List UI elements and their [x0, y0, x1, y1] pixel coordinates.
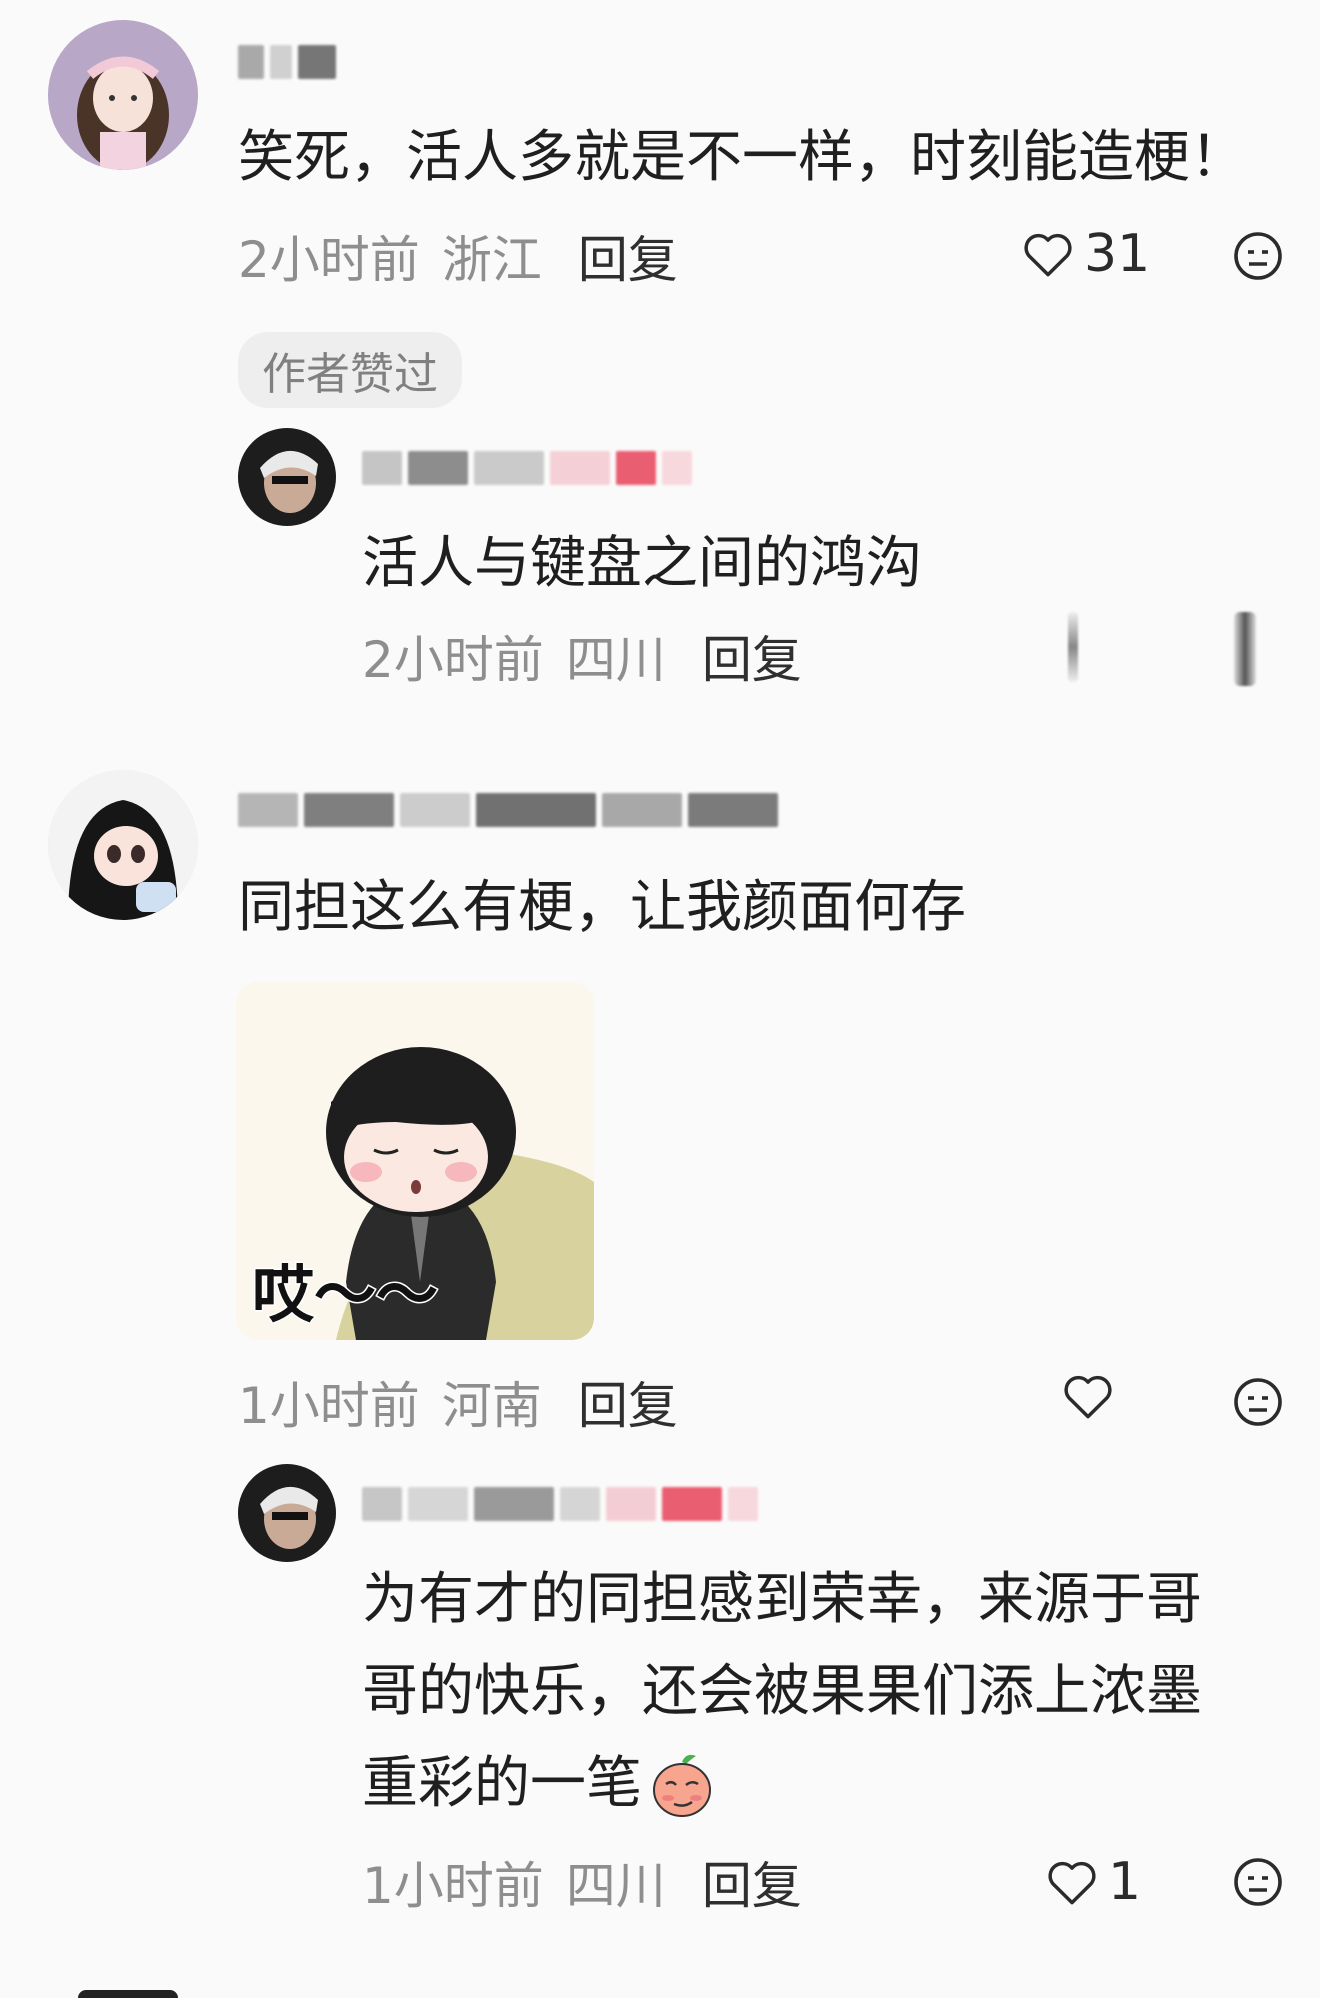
reply-username-blurred[interactable]: [362, 448, 692, 488]
avatar[interactable]: [48, 770, 198, 920]
like-count: 31: [1084, 224, 1151, 284]
like-button[interactable]: 1: [1046, 1852, 1141, 1912]
username-blurred[interactable]: [238, 790, 778, 830]
sticker-caption: 哎～～: [250, 1257, 439, 1333]
heart-outline-icon: [1064, 1375, 1112, 1419]
reply-time: 1小时前: [362, 1857, 544, 1915]
avatar[interactable]: [48, 20, 198, 170]
reply-text: 活人与键盘之间的鸿沟: [362, 531, 922, 596]
dislike-button[interactable]: [1232, 1376, 1284, 1432]
reply-username-blurred[interactable]: [362, 1484, 758, 1524]
sticker-image[interactable]: 哎～～: [236, 982, 594, 1340]
dislike-button[interactable]: [1232, 1856, 1284, 1912]
neutral-face-icon: [1234, 1858, 1282, 1906]
reply-text-line-3-text: 重彩的一笔: [362, 1751, 642, 1816]
reply-text-line-2: 哥的快乐，还会被果果们添上浓墨: [362, 1659, 1202, 1724]
reply-meta: 2小时前 四川 回复: [362, 620, 802, 692]
reply-button[interactable]: 回复: [702, 620, 802, 692]
comment-meta: 2小时前 浙江 回复: [238, 220, 678, 292]
next-avatar-partial[interactable]: [78, 1990, 178, 1998]
peach-smirk-emoji: [653, 1754, 711, 1817]
reply-location: 四川: [565, 1857, 666, 1915]
author-liked-badge: 作者赞过: [238, 332, 462, 408]
comment-text: 笑死，活人多就是不一样，时刻能造梗！: [238, 125, 1246, 190]
reply-text-line-3: 重彩的一笔: [362, 1738, 718, 1830]
comment-text: 同担这么有梗，让我颜面何存: [238, 875, 966, 940]
like-button[interactable]: [1062, 1372, 1114, 1420]
dislike-button[interactable]: [1232, 230, 1284, 286]
reply-avatar[interactable]: [238, 1464, 336, 1562]
reply-time: 2小时前: [362, 631, 544, 689]
comment-time: 2小时前: [238, 231, 420, 289]
reply-meta: 1小时前 四川 回复: [362, 1846, 802, 1918]
reply-button[interactable]: 回复: [578, 220, 678, 292]
reply-avatar[interactable]: [238, 428, 336, 526]
reply-button[interactable]: 回复: [578, 1366, 678, 1438]
like-button-obscured[interactable]: [1068, 612, 1078, 682]
neutral-face-icon: [1234, 1378, 1282, 1426]
comment-time: 1小时前: [238, 1377, 420, 1435]
heart-outline-icon: [1048, 1861, 1096, 1905]
reply-text-line-1: 为有才的同担感到荣幸，来源于哥: [362, 1567, 1202, 1632]
username-blurred[interactable]: [238, 42, 336, 82]
heart-outline-icon: [1024, 233, 1072, 277]
like-button[interactable]: 31: [1022, 224, 1150, 284]
comment-location: 浙江: [441, 231, 542, 289]
neutral-face-icon: [1234, 232, 1282, 280]
reply-location: 四川: [565, 631, 666, 689]
comment-meta: 1小时前 河南 回复: [238, 1366, 678, 1438]
like-count: 1: [1108, 1852, 1142, 1912]
comment-location: 河南: [441, 1377, 542, 1435]
dislike-button-obscured[interactable]: [1234, 612, 1256, 686]
reply-button[interactable]: 回复: [702, 1846, 802, 1918]
